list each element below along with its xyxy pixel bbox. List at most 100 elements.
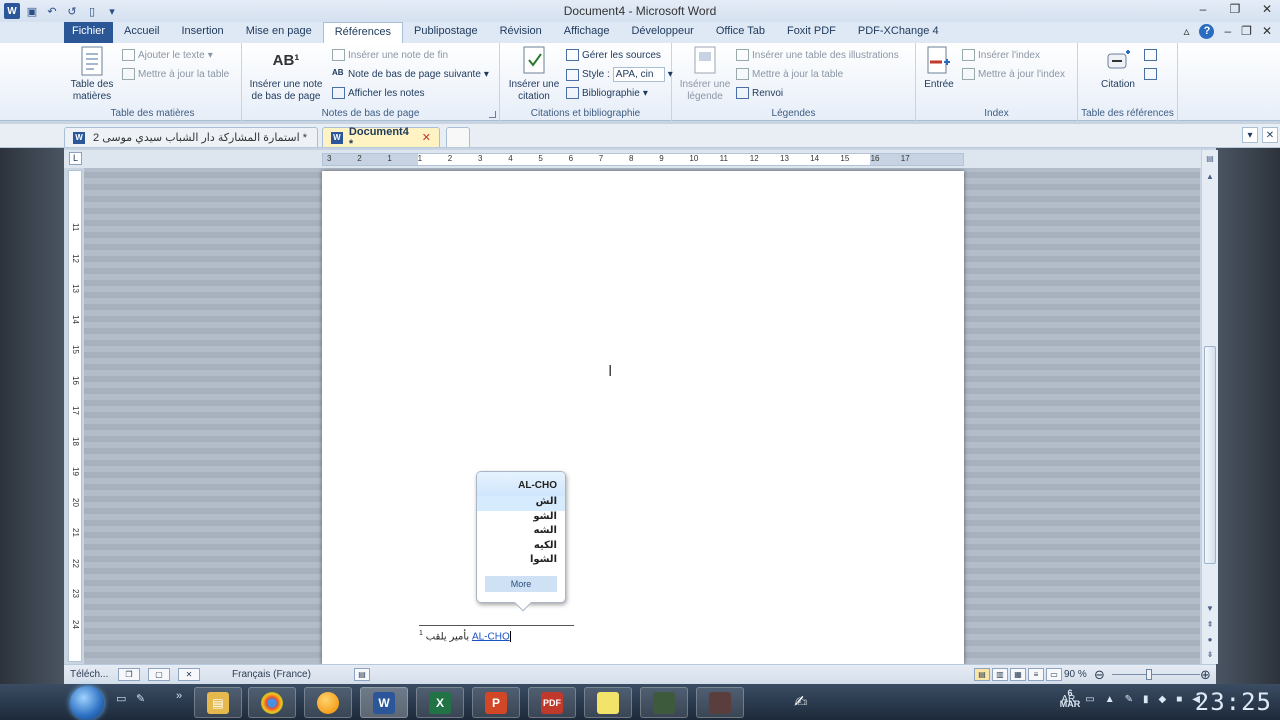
popup-more-button[interactable]: More: [485, 576, 557, 592]
web-layout-icon[interactable]: ▦: [1010, 668, 1026, 681]
popup-item[interactable]: الش: [477, 496, 565, 511]
browse-object-icon[interactable]: ●: [1203, 633, 1217, 647]
insert-citation-button[interactable]: Insérer une citation: [504, 45, 564, 103]
style-combo[interactable]: APA, cin: [612, 67, 665, 82]
tray-pen-icon[interactable]: ✎: [1125, 694, 1133, 705]
undo-icon[interactable]: ↶: [44, 3, 60, 19]
mark-entry-button[interactable]: Entrée: [920, 45, 958, 91]
update-index-button[interactable]: Mettre à jour l'index: [962, 68, 1065, 80]
taskbar-chrome[interactable]: [248, 687, 296, 718]
popup-item[interactable]: الشه: [477, 525, 565, 540]
clock[interactable]: 23:25: [1195, 688, 1272, 716]
outline-view-icon[interactable]: ≡: [1028, 668, 1044, 681]
maximize-pane-icon[interactable]: ▢: [148, 668, 170, 681]
zoom-in-icon[interactable]: ⊕: [1200, 667, 1211, 683]
tab-affichage[interactable]: Affichage: [553, 22, 621, 43]
zoom-slider-knob[interactable]: [1146, 669, 1152, 680]
redo-icon[interactable]: ↺: [64, 3, 80, 19]
document-page[interactable]: I AL-CHO الش الشو الشه الكيه الشوا More …: [322, 171, 964, 664]
start-button[interactable]: [70, 686, 104, 720]
signature-pad-icon[interactable]: ✍: [794, 692, 807, 712]
full-screen-reading-icon[interactable]: ▥: [992, 668, 1008, 681]
taskbar-word[interactable]: W: [360, 687, 408, 718]
tab-mise-en-page[interactable]: Mise en page: [235, 22, 323, 43]
macro-record-icon[interactable]: ▤: [354, 668, 370, 681]
quicklaunch-icon[interactable]: ✎: [136, 692, 145, 705]
draft-view-icon[interactable]: ▭: [1046, 668, 1062, 681]
language-indicator[interactable]: Français (France): [232, 669, 311, 680]
vertical-ruler[interactable]: 11 12 13 14 15 16 17 18 19 20 21 22 23 24: [68, 170, 82, 662]
doc-tab-document4[interactable]: W Document4 * ✕: [322, 126, 440, 150]
add-text-button[interactable]: Ajouter le texte ▾: [122, 49, 213, 61]
tray-shield-icon[interactable]: ◆: [1159, 694, 1167, 705]
tab-publipostage[interactable]: Publipostage: [403, 22, 489, 43]
word-logo-icon[interactable]: W: [4, 3, 20, 19]
zoom-level[interactable]: 90 %: [1064, 669, 1087, 680]
footnote-link[interactable]: AL-CHO: [472, 631, 510, 642]
next-page-icon[interactable]: ⇟: [1203, 648, 1217, 662]
insert-footnote-button[interactable]: AB¹ Insérer une note de bas de page: [246, 45, 326, 103]
insert-toa-button[interactable]: [1144, 49, 1157, 61]
new-tab-button[interactable]: [446, 127, 470, 147]
update-toa-button[interactable]: [1144, 68, 1157, 80]
previous-page-icon[interactable]: ⇞: [1203, 618, 1217, 632]
ruler-toggle-icon[interactable]: ▤: [1203, 152, 1217, 166]
style-selector[interactable]: Style : APA, cin ▾: [566, 67, 673, 82]
tab-fichier[interactable]: Fichier: [64, 22, 114, 43]
update-toc-button[interactable]: Mettre à jour la table: [122, 68, 229, 80]
new-document-icon[interactable]: ▯: [84, 3, 100, 19]
collapse-ribbon-icon[interactable]: ▵: [1183, 24, 1189, 39]
insert-endnote-button[interactable]: Insérer une note de fin: [332, 49, 448, 61]
tray-arrow-icon[interactable]: ▲: [1105, 694, 1115, 705]
customize-qat-icon[interactable]: ▾: [104, 3, 120, 19]
tab-pdf-xchange[interactable]: PDF-XChange 4: [847, 22, 950, 43]
tab-revision[interactable]: Révision: [489, 22, 553, 43]
doc-minimize-icon[interactable]: –: [1224, 24, 1231, 39]
scroll-thumb[interactable]: [1204, 346, 1216, 564]
taskbar-app-chip-2[interactable]: [696, 687, 744, 718]
scroll-down-icon[interactable]: ▼: [1203, 602, 1217, 616]
update-table-of-figures-button[interactable]: Mettre à jour la table: [736, 68, 843, 80]
close-button[interactable]: ✕: [1260, 2, 1274, 16]
tray-app-icon[interactable]: ■: [1176, 694, 1182, 705]
manage-sources-button[interactable]: Gérer les sources: [566, 49, 661, 61]
tab-foxit-pdf[interactable]: Foxit PDF: [776, 22, 847, 43]
show-notes-button[interactable]: Afficher les notes: [332, 87, 425, 99]
tab-insertion[interactable]: Insertion: [170, 22, 234, 43]
zoom-out-icon[interactable]: ⊖: [1094, 667, 1105, 683]
tab-accueil[interactable]: Accueil: [113, 22, 170, 43]
taskbar-explorer[interactable]: ▤: [194, 687, 242, 718]
doc-tab-arabic[interactable]: W استمارة المشاركة دار الشباب سيدي موسى …: [64, 127, 318, 147]
popup-item[interactable]: الشوا: [477, 554, 565, 569]
print-layout-icon[interactable]: ▤: [974, 668, 990, 681]
restore-button[interactable]: ❐: [1228, 2, 1242, 16]
tab-list-dropdown-icon[interactable]: ▾: [1242, 127, 1258, 143]
cross-reference-button[interactable]: Renvoi: [736, 87, 783, 99]
footnote-text[interactable]: 1 بأمير يلقب AL-CHO: [419, 630, 511, 642]
tab-close-all-icon[interactable]: ✕: [1262, 127, 1278, 143]
mark-citation-button[interactable]: Citation: [1086, 45, 1150, 91]
footnotes-dialog-launcher[interactable]: [489, 111, 496, 118]
network-icon[interactable]: ▮: [1143, 694, 1149, 705]
insert-table-of-figures-button[interactable]: Insérer une table des illustrations: [736, 49, 899, 61]
insert-index-button[interactable]: Insérer l'index: [962, 49, 1040, 61]
taskbar-excel[interactable]: X: [416, 687, 464, 718]
show-desktop-icon[interactable]: ▭: [116, 692, 126, 705]
popup-item[interactable]: الشو: [477, 511, 565, 526]
taskbar-powerpoint[interactable]: P: [472, 687, 520, 718]
tab-selector[interactable]: L: [69, 152, 82, 165]
vertical-scrollbar[interactable]: ▤ ▲ ▼ ⇞ ● ⇟: [1201, 150, 1218, 664]
doc-close-icon[interactable]: ✕: [1262, 24, 1272, 39]
doc-restore-icon[interactable]: ❐: [1241, 24, 1252, 39]
date-display[interactable]: 6 MAR: [1056, 688, 1084, 710]
close-tab-icon[interactable]: ✕: [422, 131, 431, 144]
insert-caption-button[interactable]: Insérer une légende: [676, 45, 734, 103]
tray-monitor-icon[interactable]: ▭: [1085, 694, 1094, 705]
toc-button[interactable]: Table des matières: [66, 45, 118, 103]
taskbar-app-chip[interactable]: [640, 687, 688, 718]
next-footnote-button[interactable]: AB Note de bas de page suivante ▾: [332, 68, 489, 80]
minimize-button[interactable]: –: [1196, 2, 1210, 16]
tab-office-tab[interactable]: Office Tab: [705, 22, 776, 43]
close-pane-icon[interactable]: ✕: [178, 668, 200, 681]
help-icon[interactable]: ?: [1199, 24, 1215, 39]
